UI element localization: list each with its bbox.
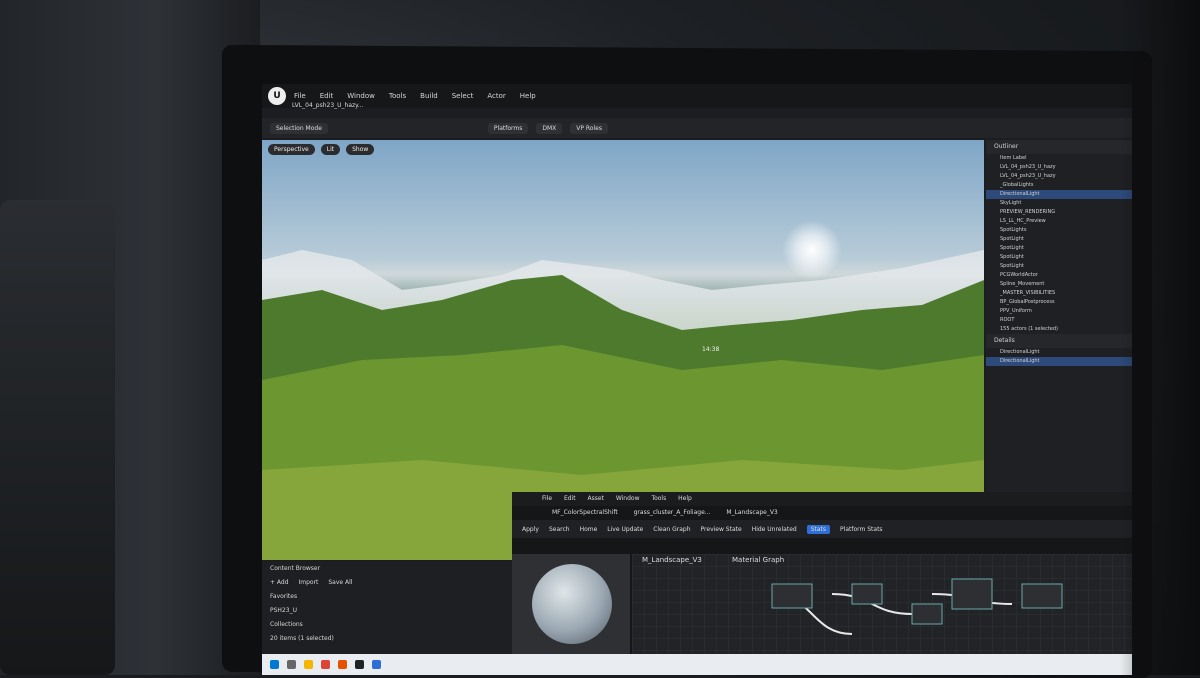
tab-mf-color[interactable]: MF_ColorSpectralShift xyxy=(552,509,618,516)
outliner-row[interactable]: Spline_Movement xyxy=(986,280,1132,289)
material-graph[interactable]: M_Landscape_V3 Material Graph xyxy=(632,554,1132,662)
windows-taskbar xyxy=(262,654,1132,675)
outliner-row[interactable]: PREVIEW_RENDERING xyxy=(986,208,1132,217)
details-title: Details xyxy=(986,334,1132,348)
vp-roles-button[interactable]: VP Roles xyxy=(570,122,608,134)
outliner-row[interactable]: SpotLight xyxy=(986,262,1132,271)
material-toolbar: Apply Search Home Live Update Clean Grap… xyxy=(512,520,1132,538)
viewport-toolbar: Perspective Lit Show xyxy=(262,140,984,158)
outliner-row[interactable]: PCGWorldActor xyxy=(986,271,1132,280)
outliner-row[interactable]: SpotLight xyxy=(986,244,1132,253)
save-all-button[interactable]: Save All xyxy=(328,579,352,586)
mat-menu-edit[interactable]: Edit xyxy=(564,495,576,502)
main-toolbar: Selection Mode Platforms DMX VP Roles xyxy=(262,118,1132,138)
menu-edit[interactable]: Edit xyxy=(320,92,334,100)
platform-stats-button[interactable]: Platform Stats xyxy=(840,526,883,533)
import-button[interactable]: Import xyxy=(298,579,318,586)
menu-build[interactable]: Build xyxy=(420,92,438,100)
material-preview[interactable] xyxy=(512,554,630,662)
app-icon[interactable] xyxy=(372,660,381,669)
outliner-row[interactable]: PPV_Uniform xyxy=(986,307,1132,316)
tab-grass-cluster[interactable]: grass_cluster_A_Foliage... xyxy=(634,509,711,516)
content-browser: Content Browser + Add Import Save All Fa… xyxy=(262,562,512,654)
mat-menu-window[interactable]: Window xyxy=(616,495,640,502)
live-update-button[interactable]: Live Update xyxy=(607,526,643,533)
home-button[interactable]: Home xyxy=(580,526,598,533)
material-tabs: MF_ColorSpectralShift grass_cluster_A_Fo… xyxy=(512,506,1132,520)
outliner-summary: 155 actors (1 selected) xyxy=(1000,326,1058,332)
person-foreground-shadow xyxy=(1120,0,1200,675)
outliner-title: Outliner xyxy=(986,140,1132,154)
editor-menu-bar: U File Edit Window Tools Build Select Ac… xyxy=(262,84,1132,108)
unreal-logo-icon[interactable]: U xyxy=(268,87,286,105)
menu-file[interactable]: File xyxy=(294,92,306,100)
chair-back xyxy=(0,200,115,675)
menu-tools[interactable]: Tools xyxy=(389,92,406,100)
outliner-row[interactable]: LVL_04_psh23_U_hazy xyxy=(986,172,1132,181)
menu-help[interactable]: Help xyxy=(520,92,536,100)
folder-psh23[interactable]: PSH23_U xyxy=(262,604,512,618)
clean-graph-button[interactable]: Clean Graph xyxy=(653,526,690,533)
folder-favorites[interactable]: Favorites xyxy=(262,590,512,604)
unreal-taskbar-icon[interactable] xyxy=(355,660,364,669)
tab-m-landscape[interactable]: M_Landscape_V3 xyxy=(726,509,777,516)
outliner-row[interactable]: SpotLight xyxy=(986,235,1132,244)
outliner-row[interactable]: LVL_04_psh23_U_hazy xyxy=(986,163,1132,172)
mat-menu-asset[interactable]: Asset xyxy=(588,495,604,502)
menu-window[interactable]: Window xyxy=(347,92,375,100)
perspective-button[interactable]: Perspective xyxy=(268,143,315,155)
details-selected: DirectionalLight xyxy=(1000,349,1040,355)
show-button[interactable]: Show xyxy=(346,143,375,155)
search-button[interactable]: Search xyxy=(549,526,570,533)
explorer-icon[interactable] xyxy=(304,660,313,669)
content-browser-title: Content Browser xyxy=(270,565,321,572)
lit-button[interactable]: Lit xyxy=(320,143,341,155)
start-icon[interactable] xyxy=(270,660,279,669)
outliner-column[interactable]: Item Label xyxy=(986,154,1132,163)
monitor-screen: U File Edit Window Tools Build Select Ac… xyxy=(262,84,1132,675)
hide-unrelated-button[interactable]: Hide Unrelated xyxy=(752,526,797,533)
platforms-button[interactable]: Platforms xyxy=(487,122,529,134)
mat-menu-file[interactable]: File xyxy=(542,495,552,502)
material-editor-menu: File Edit Asset Window Tools Help xyxy=(512,492,1132,506)
outliner-row[interactable]: LS_LL_HC_Preview xyxy=(986,217,1132,226)
details-component[interactable]: DirectionalLight xyxy=(986,357,1132,366)
mat-menu-tools[interactable]: Tools xyxy=(651,495,666,502)
add-button[interactable]: + Add xyxy=(270,579,289,586)
outliner-row[interactable]: SkyLight xyxy=(986,199,1132,208)
search-icon[interactable] xyxy=(287,660,296,669)
outliner-row[interactable]: SpotLights xyxy=(986,226,1132,235)
selection-mode-button[interactable]: Selection Mode xyxy=(270,122,328,134)
folder-collections[interactable]: Collections xyxy=(262,618,512,632)
stats-button[interactable]: Stats xyxy=(806,524,831,534)
menu-select[interactable]: Select xyxy=(452,92,474,100)
mat-menu-help[interactable]: Help xyxy=(678,495,692,502)
outliner-row[interactable]: _GlobalLights xyxy=(986,181,1132,190)
app-icon[interactable] xyxy=(338,660,347,669)
chrome-icon[interactable] xyxy=(321,660,330,669)
content-browser-toolbar: + Add Import Save All xyxy=(262,576,512,590)
preview-sphere xyxy=(532,564,612,644)
outliner-row[interactable]: _MASTER_VISIBILITIES xyxy=(986,289,1132,298)
graph-wires xyxy=(771,578,1063,635)
outliner-row[interactable]: ROOT xyxy=(986,316,1132,325)
viewport-marker: 14:38 xyxy=(702,346,720,353)
level-tab[interactable]: LVL_04_psh23_U_hazy... xyxy=(292,102,364,116)
menu-actor[interactable]: Actor xyxy=(487,92,505,100)
apply-button[interactable]: Apply xyxy=(522,526,539,533)
dmx-button[interactable]: DMX xyxy=(536,122,563,134)
preview-state-button[interactable]: Preview State xyxy=(701,526,742,533)
content-status: 20 items (1 selected) xyxy=(270,635,334,642)
outliner-row-selected[interactable]: DirectionalLight xyxy=(986,190,1132,199)
outliner-row[interactable]: SpotLight xyxy=(986,253,1132,262)
material-editor-window: File Edit Asset Window Tools Help MF_Col… xyxy=(512,492,1132,662)
outliner-row[interactable]: BP_GlobalPostprocess xyxy=(986,298,1132,307)
